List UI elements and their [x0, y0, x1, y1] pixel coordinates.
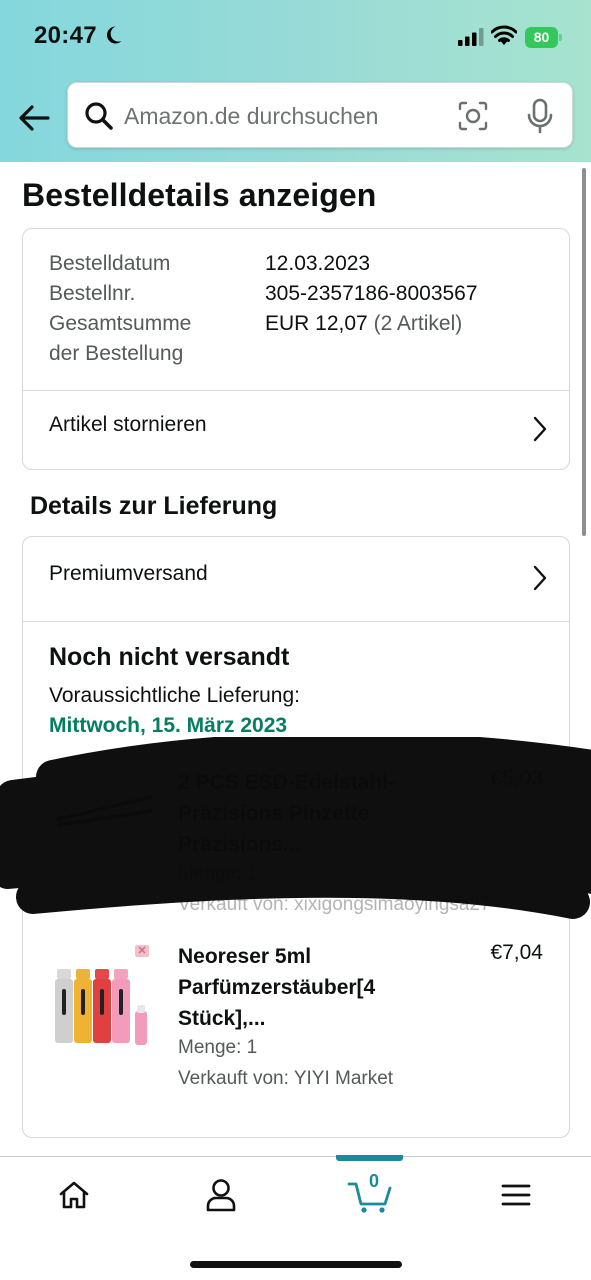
- delivery-card: Premiumversand Noch nicht versandt Vorau…: [0, 536, 591, 1138]
- redaction-scribble: [0, 737, 591, 919]
- account-icon: [206, 1179, 236, 1212]
- status-time: 20:47: [34, 22, 97, 49]
- order-date-label: Bestelldatum: [49, 252, 171, 275]
- chevron-right-icon: [533, 565, 547, 591]
- shipping-method-link[interactable]: Premiumversand: [23, 540, 569, 616]
- shipment-status: Noch nicht versandt: [49, 643, 290, 671]
- search-icon: [85, 102, 113, 130]
- cellular-signal-icon: [458, 28, 484, 46]
- wifi-icon: [491, 25, 517, 45]
- product-title[interactable]: Neoreser 5ml Parfümzerstäuber[4 Stück],.…: [178, 941, 418, 1034]
- battery-level: 80: [525, 27, 558, 48]
- page-title: Bestelldetails anzeigen: [22, 177, 377, 213]
- divider: [23, 621, 569, 622]
- chevron-right-icon: [533, 416, 547, 442]
- camera-search-icon[interactable]: [457, 100, 489, 132]
- active-tab-indicator: [336, 1155, 403, 1161]
- nav-cart[interactable]: 0: [340, 1171, 400, 1217]
- search-bar[interactable]: [67, 82, 573, 148]
- battery-indicator: 80: [525, 27, 562, 48]
- order-item-1[interactable]: 2 PCS ESD-Edelstahl-Präzisions Pinzette …: [0, 737, 591, 927]
- moon-icon: [106, 26, 122, 44]
- nav-account[interactable]: [191, 1173, 251, 1217]
- order-item-2[interactable]: Neoreser 5ml Parfümzerstäuber[4 Stück],.…: [23, 941, 569, 1101]
- home-icon: [59, 1181, 89, 1209]
- back-arrow-icon: [19, 105, 50, 131]
- product-image-perfume-atomizers: [55, 945, 149, 1045]
- product-seller: Verkauft von: YIYI Market: [178, 1068, 394, 1089]
- order-total-value: EUR 12,07 (2 Artikel): [265, 312, 463, 335]
- order-summary-card: Bestelldatum 12.03.2023 Bestellnr. 305-2…: [22, 228, 570, 470]
- app-header: 20:47 80: [0, 0, 591, 162]
- scrollbar[interactable]: [582, 168, 586, 536]
- microphone-icon[interactable]: [525, 98, 555, 134]
- order-total-label: Gesamtsumme der Bestellung: [49, 312, 192, 365]
- product-quantity: Menge: 1: [178, 1037, 258, 1058]
- back-button[interactable]: [14, 100, 54, 136]
- order-number-value: 305-2357186-8003567: [265, 282, 478, 305]
- cart-count-badge: 0: [368, 1171, 379, 1191]
- estimated-delivery-label: Voraussichtliche Lieferung:: [49, 684, 300, 707]
- order-date-value: 12.03.2023: [265, 252, 371, 275]
- bottom-navigation: 0: [0, 1155, 591, 1280]
- search-input[interactable]: [124, 97, 444, 135]
- order-number-label: Bestellnr.: [49, 282, 136, 305]
- nav-menu[interactable]: [486, 1173, 546, 1217]
- delivery-section-title: Details zur Lieferung: [30, 492, 278, 520]
- estimated-delivery-date: Mittwoch, 15. März 2023: [49, 714, 288, 737]
- nav-home[interactable]: [44, 1173, 104, 1217]
- order-item-count: (2 Artikel): [373, 312, 463, 335]
- menu-icon: [501, 1184, 531, 1206]
- cancel-items-link[interactable]: Artikel stornieren: [23, 391, 569, 467]
- home-indicator[interactable]: [190, 1261, 402, 1268]
- product-price: €7,04: [490, 941, 543, 964]
